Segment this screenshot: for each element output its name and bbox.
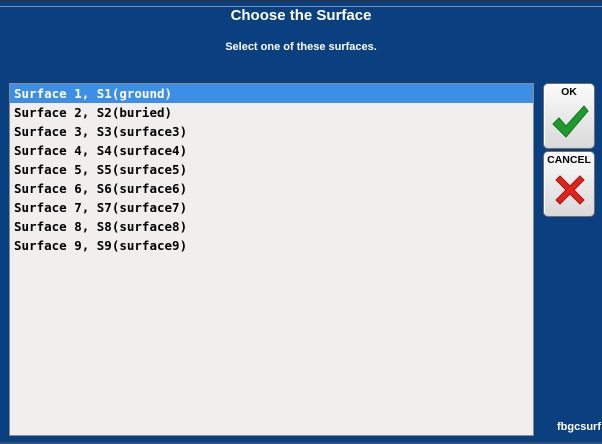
ok-button-label: OK <box>561 86 577 98</box>
list-item[interactable]: Surface 2, S2(buried) <box>10 103 533 122</box>
choose-surface-dialog: Choose the Surface Select one of these s… <box>0 0 602 444</box>
list-item[interactable]: Surface 7, S7(surface7) <box>10 198 533 217</box>
list-item[interactable]: Surface 9, S9(surface9) <box>10 236 533 255</box>
dialog-title: Choose the Surface <box>230 7 372 24</box>
ok-button[interactable]: OK <box>543 83 595 149</box>
cancel-button-label: CANCEL <box>547 154 591 166</box>
cancel-button[interactable]: CANCEL <box>543 151 595 217</box>
surface-list[interactable]: Surface 1, S1(ground) Surface 2, S2(buri… <box>9 83 534 436</box>
list-item[interactable]: Surface 5, S5(surface5) <box>10 160 533 179</box>
list-item[interactable]: Surface 4, S4(surface4) <box>10 141 533 160</box>
list-item[interactable]: Surface 3, S3(surface3) <box>10 122 533 141</box>
list-item[interactable]: Surface 6, S6(surface6) <box>10 179 533 198</box>
list-item[interactable]: Surface 1, S1(ground) <box>10 84 533 103</box>
cross-icon <box>555 175 585 205</box>
dialog-subtitle: Select one of these surfaces. <box>225 41 377 53</box>
screen-code-label: fbgcsurf <box>557 421 601 433</box>
checkmark-icon <box>552 105 589 138</box>
list-item[interactable]: Surface 8, S8(surface8) <box>10 217 533 236</box>
